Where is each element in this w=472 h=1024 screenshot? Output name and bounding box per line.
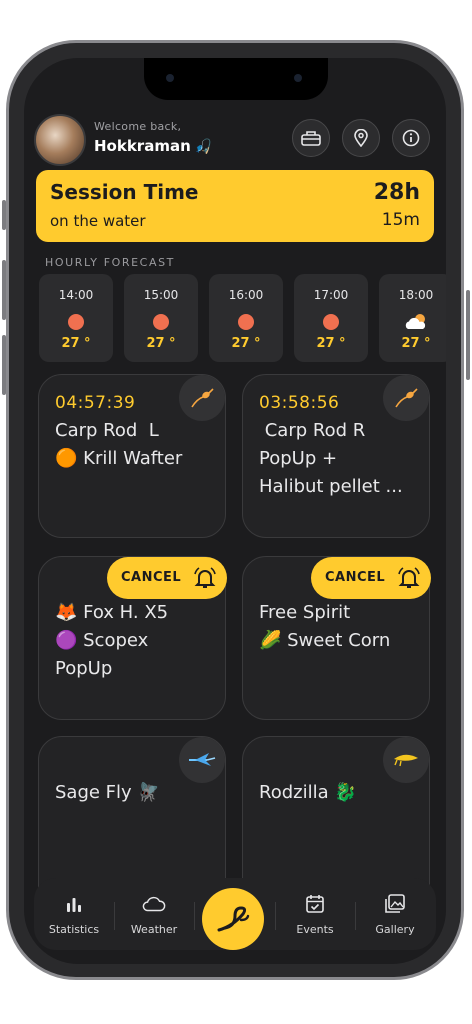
forecast-item[interactable]: 18:00 27 ° xyxy=(379,274,446,362)
avatar[interactable] xyxy=(34,114,86,166)
cloud-icon xyxy=(142,896,166,912)
fly-lure-icon xyxy=(189,753,216,766)
bell-icon xyxy=(194,567,216,588)
phone-side-button xyxy=(466,290,470,380)
phone-side-button xyxy=(2,260,6,320)
rod-card[interactable]: 🦊 Fox H. X5 🟣 Scopex PopUp CANCEL xyxy=(38,556,227,720)
gallery-icon xyxy=(385,894,405,913)
forecast-temp: 27 ° xyxy=(316,336,346,351)
tab-events[interactable]: Events xyxy=(275,878,355,950)
sun-icon xyxy=(238,314,254,330)
header: Welcome back, Hokkraman 🎣 xyxy=(34,114,434,166)
forecast-time: 16:00 xyxy=(228,288,264,302)
forecast-item[interactable]: 14:00 27 ° xyxy=(39,274,113,362)
bobber-button[interactable] xyxy=(179,375,225,421)
hourly-forecast-list[interactable]: 14:00 27 ° 15:00 27 ° 16:00 27 ° 17:00 2… xyxy=(39,274,446,362)
bobber-button[interactable] xyxy=(383,375,429,421)
tab-weather[interactable]: Weather xyxy=(114,878,194,950)
tackle-box-button[interactable] xyxy=(292,119,330,157)
info-icon xyxy=(402,129,420,147)
rod-card[interactable]: 04:57:39 Carp Rod L 🟠 Krill Wafter xyxy=(38,374,226,538)
forecast-temp: 27 ° xyxy=(146,336,176,351)
session-subtitle: on the water xyxy=(50,212,146,230)
cancel-label: CANCEL xyxy=(325,570,386,585)
session-title: Session Time xyxy=(50,180,199,204)
sun-icon xyxy=(323,314,339,330)
cancel-label: CANCEL xyxy=(121,570,182,585)
info-button[interactable] xyxy=(392,119,430,157)
session-time-card[interactable]: Session Time on the water 28h 15m xyxy=(36,170,434,242)
welcome-text: Welcome back, xyxy=(94,120,182,133)
username: Hokkraman 🎣 xyxy=(94,137,212,155)
cancel-alarm-button[interactable]: CANCEL xyxy=(311,557,431,599)
tab-gallery[interactable]: Gallery xyxy=(355,878,435,950)
bottom-tab-bar: Statistics Weather Events Gallery xyxy=(34,878,436,950)
rod-card[interactable]: Free Spirit 🌽 Sweet Corn CANCEL xyxy=(242,556,431,720)
fishing-rod-icon: 🎣 xyxy=(194,139,213,155)
tab-statistics[interactable]: Statistics xyxy=(34,878,114,950)
rod-card[interactable]: 03:58:56 Carp Rod R PopUp + Halibut pell… xyxy=(242,374,430,538)
forecast-item[interactable]: 17:00 27 ° xyxy=(294,274,368,362)
session-minutes: 15m xyxy=(381,210,420,230)
forecast-item[interactable]: 16:00 27 ° xyxy=(209,274,283,362)
notch xyxy=(144,58,328,100)
tab-divider xyxy=(194,902,195,930)
sensor-icon xyxy=(294,74,302,82)
forecast-time: 14:00 xyxy=(58,288,94,302)
spoon-lure-icon xyxy=(394,754,418,767)
sun-icon xyxy=(153,314,169,330)
spoon-lure-button[interactable] xyxy=(383,737,429,783)
forecast-temp: 27 ° xyxy=(401,336,431,351)
tab-label: Weather xyxy=(130,923,178,936)
tab-label: Statistics xyxy=(48,923,100,936)
sun-icon xyxy=(68,314,84,330)
calendar-icon xyxy=(306,895,324,913)
cancel-alarm-button[interactable]: CANCEL xyxy=(107,557,227,599)
forecast-time: 18:00 xyxy=(398,288,434,302)
fishing-hook-icon xyxy=(217,906,250,932)
forecast-temp: 27 ° xyxy=(61,336,91,351)
camera-icon xyxy=(166,74,174,82)
forecast-title: HOURLY FORECAST xyxy=(45,256,175,269)
rod-name: Carp Rod R PopUp + Halibut pellet ... xyxy=(259,420,403,497)
bobber-icon xyxy=(395,388,418,408)
forecast-time: 15:00 xyxy=(143,288,179,302)
forecast-temp: 27 ° xyxy=(231,336,261,351)
location-button[interactable] xyxy=(342,119,380,157)
rod-timer: 03:58:56 xyxy=(259,393,340,413)
rod-name: Sage Fly 🪰 xyxy=(55,782,160,803)
tab-label: Gallery xyxy=(375,923,415,936)
session-hours: 28h xyxy=(373,180,420,205)
bell-icon xyxy=(398,567,420,588)
bar-chart-icon xyxy=(67,898,81,912)
fly-lure-button[interactable] xyxy=(179,737,225,783)
location-pin-icon xyxy=(354,129,368,147)
forecast-time: 17:00 xyxy=(313,288,349,302)
tackle-box-icon xyxy=(301,131,321,146)
bobber-icon xyxy=(191,388,214,408)
phone-side-button xyxy=(2,200,6,230)
app-screen: Welcome back, Hokkraman 🎣 Session Time on… xyxy=(24,58,446,964)
tab-label: Events xyxy=(296,923,334,936)
fishing-center-button[interactable] xyxy=(202,888,264,950)
rod-timer: 04:57:39 xyxy=(55,393,136,413)
phone-side-button xyxy=(2,335,6,395)
rod-name: Carp Rod L 🟠 Krill Wafter xyxy=(55,420,183,469)
forecast-item[interactable]: 15:00 27 ° xyxy=(124,274,198,362)
rod-name: Rodzilla 🐉 xyxy=(259,782,357,803)
partly-cloudy-icon xyxy=(405,314,426,329)
rod-name: Free Spirit 🌽 Sweet Corn xyxy=(259,602,391,651)
username-text: Hokkraman xyxy=(94,137,191,155)
rod-name: 🦊 Fox H. X5 🟣 Scopex PopUp xyxy=(55,602,169,679)
